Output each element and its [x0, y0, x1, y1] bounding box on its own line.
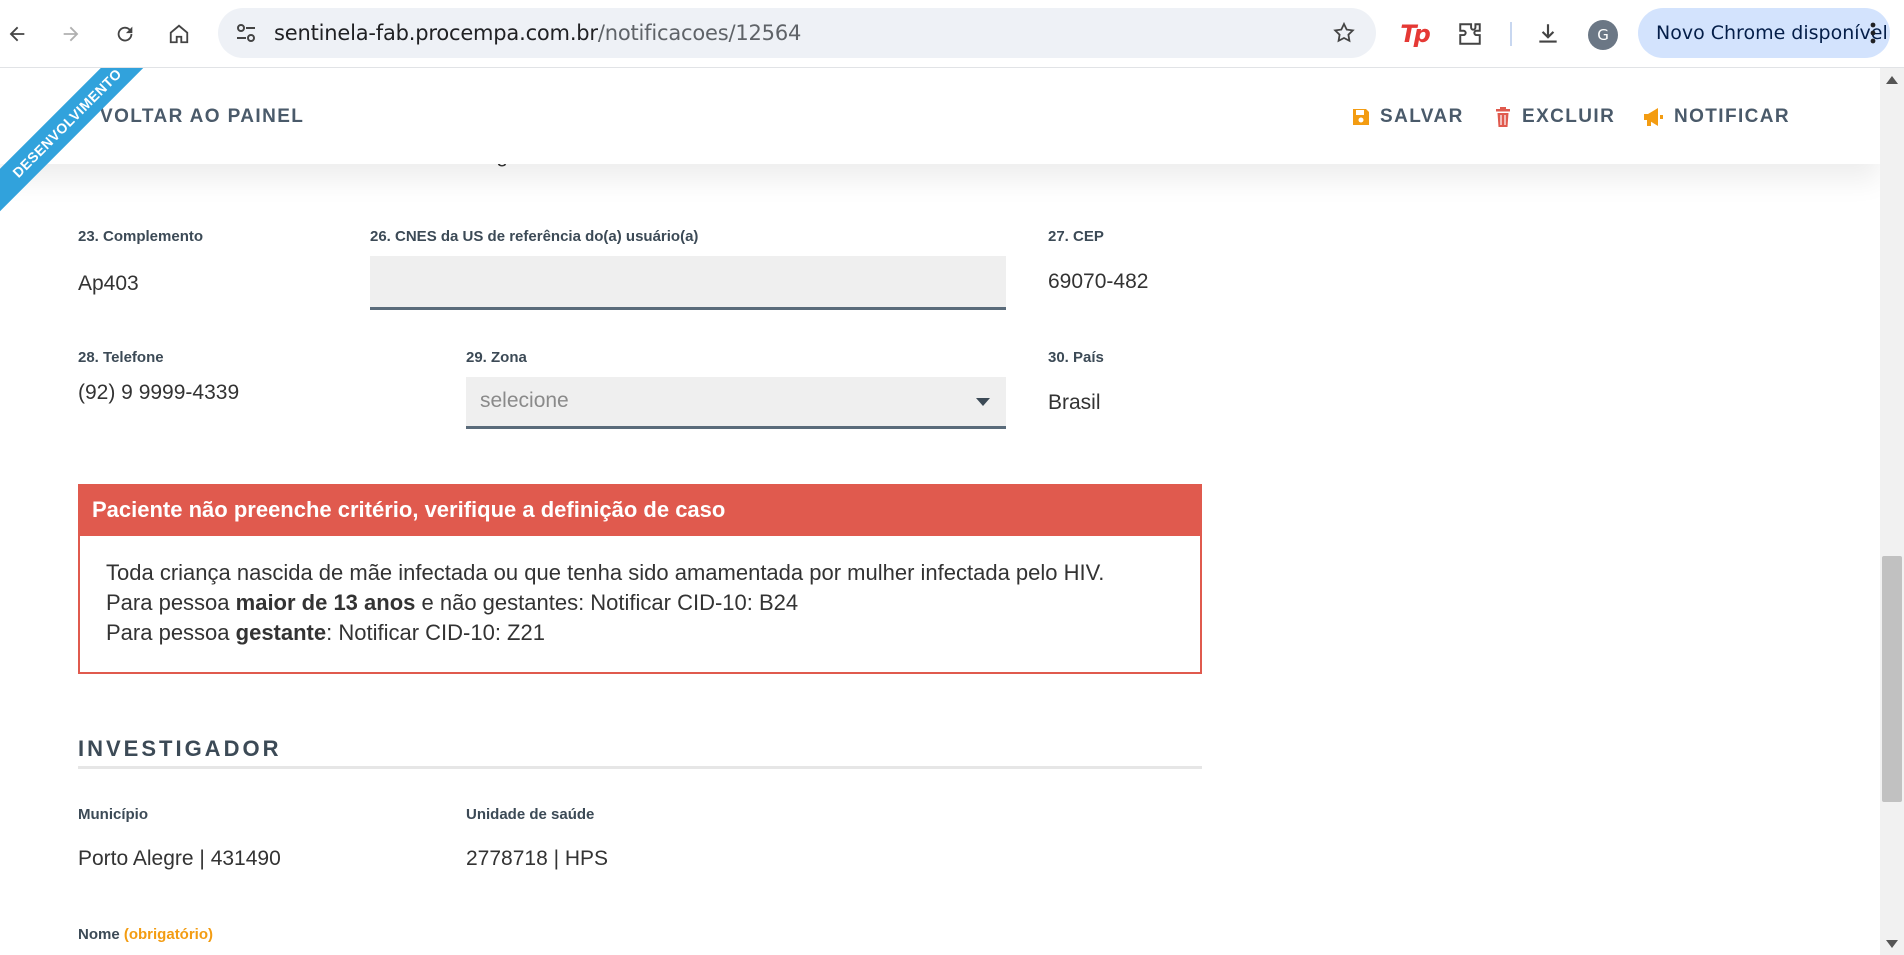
alert-line-2-pre: Para pessoa: [106, 590, 236, 615]
forward-arrow-icon[interactable]: [54, 17, 88, 51]
alert-body: Toda criança nascida de mãe infectada ou…: [80, 536, 1200, 672]
chevron-down-icon: [976, 398, 990, 406]
url-path: /notificacoes/12564: [597, 21, 802, 45]
investigador-municipio-label: Município: [78, 806, 148, 823]
alert-line-3-pre: Para pessoa: [106, 620, 236, 645]
nome-label: Nome (obrigatório): [78, 926, 213, 943]
back-to-dashboard-link[interactable]: VOLTAR AO PAINEL: [100, 106, 304, 128]
page-content: DESENVOLVIMENTO VOLTAR AO PAINEL SALVAR …: [0, 68, 1880, 955]
unidade-saude-label: Unidade de saúde: [466, 806, 595, 823]
extensions-puzzle-icon[interactable]: [1456, 20, 1484, 48]
zona-select[interactable]: selecione: [466, 377, 1006, 429]
scroll-up-arrow-icon[interactable]: [1886, 76, 1898, 84]
back-arrow-icon[interactable]: [0, 17, 34, 51]
alert-line-3: Para pessoa gestante: Notificar CID-10: …: [106, 618, 1174, 648]
alert-line-3-bold: gestante: [235, 620, 327, 645]
alert-line-2-post: e não gestantes: Notificar CID-10: B24: [415, 590, 799, 615]
investigador-municipio-value: Porto Alegre | 431490: [78, 847, 281, 870]
investigador-section-title: INVESTIGADOR: [78, 736, 282, 761]
cep-value: 69070-482: [1048, 270, 1149, 293]
form-action-bar: VOLTAR AO PAINEL SALVAR EXCLUIR NOTIFICA…: [0, 68, 1880, 164]
alert-line-2-bold: maior de 13 anos: [235, 590, 416, 615]
profile-avatar[interactable]: G: [1588, 20, 1618, 50]
cnes-label: 26. CNES da US de referência do(a) usuár…: [370, 228, 699, 245]
download-icon[interactable]: [1534, 20, 1562, 48]
url-text[interactable]: sentinela-fab.procempa.com.br/notificaco…: [274, 8, 801, 58]
megaphone-icon: [1644, 108, 1663, 126]
unidade-saude-value: 2778718 | HPS: [466, 847, 609, 870]
telefone-value: (92) 9 9999-4339: [78, 381, 240, 404]
cep-label: 27. CEP: [1048, 228, 1104, 245]
notify-button[interactable]: NOTIFICAR: [1642, 106, 1790, 128]
required-marker: (obrigatório): [123, 926, 214, 943]
zona-placeholder: selecione: [480, 389, 569, 412]
notify-label: NOTIFICAR: [1674, 106, 1791, 127]
telefone-label: 28. Telefone: [78, 349, 164, 366]
criteria-alert: Paciente não preenche critério, verifiqu…: [78, 484, 1202, 674]
home-icon[interactable]: [162, 17, 196, 51]
browser-toolbar: sentinela-fab.procempa.com.br/notificaco…: [0, 0, 1904, 68]
chrome-update-button[interactable]: Novo Chrome disponível: [1638, 8, 1890, 58]
more-vert-icon[interactable]: [1870, 22, 1876, 44]
toolbar-separator: [1510, 22, 1512, 46]
scrollbar-thumb[interactable]: [1882, 556, 1902, 802]
page-scrollbar[interactable]: [1880, 68, 1904, 955]
complemento-value: Ap403: [78, 272, 139, 295]
zona-label: 29. Zona: [466, 349, 527, 366]
alert-line-1: Toda criança nascida de mãe infectada ou…: [106, 560, 1105, 585]
url-host: sentinela-fab.procempa.com.br: [274, 21, 598, 45]
delete-label: EXCLUIR: [1522, 106, 1616, 127]
address-bar[interactable]: sentinela-fab.procempa.com.br/notificaco…: [218, 8, 1376, 58]
reload-icon[interactable]: [108, 17, 142, 51]
floppy-disk-icon: [1353, 109, 1369, 125]
nome-label-text: Nome: [78, 926, 120, 943]
pais-value: Brasil: [1048, 391, 1101, 414]
tp-extension-icon[interactable]: Tp: [1400, 20, 1431, 48]
save-button[interactable]: SALVAR: [1352, 106, 1464, 128]
scroll-down-arrow-icon[interactable]: [1886, 940, 1898, 948]
alert-title: Paciente não preenche critério, verifiqu…: [80, 486, 1200, 536]
save-label: SALVAR: [1380, 106, 1464, 127]
bookmark-star-icon[interactable]: [1332, 21, 1356, 45]
site-settings-icon[interactable]: [234, 21, 258, 45]
update-label: Novo Chrome disponível: [1656, 22, 1888, 44]
alert-line-3-post: : Notificar CID-10: Z21: [326, 620, 545, 645]
delete-button[interactable]: EXCLUIR: [1494, 106, 1615, 128]
cnes-input[interactable]: [370, 256, 1006, 310]
alert-line-2: Para pessoa maior de 13 anos e não gesta…: [106, 588, 1174, 618]
pais-label: 30. País: [1048, 349, 1104, 366]
trash-icon: [1496, 107, 1510, 127]
complemento-label: 23. Complemento: [78, 228, 204, 245]
section-divider: [78, 766, 1202, 769]
